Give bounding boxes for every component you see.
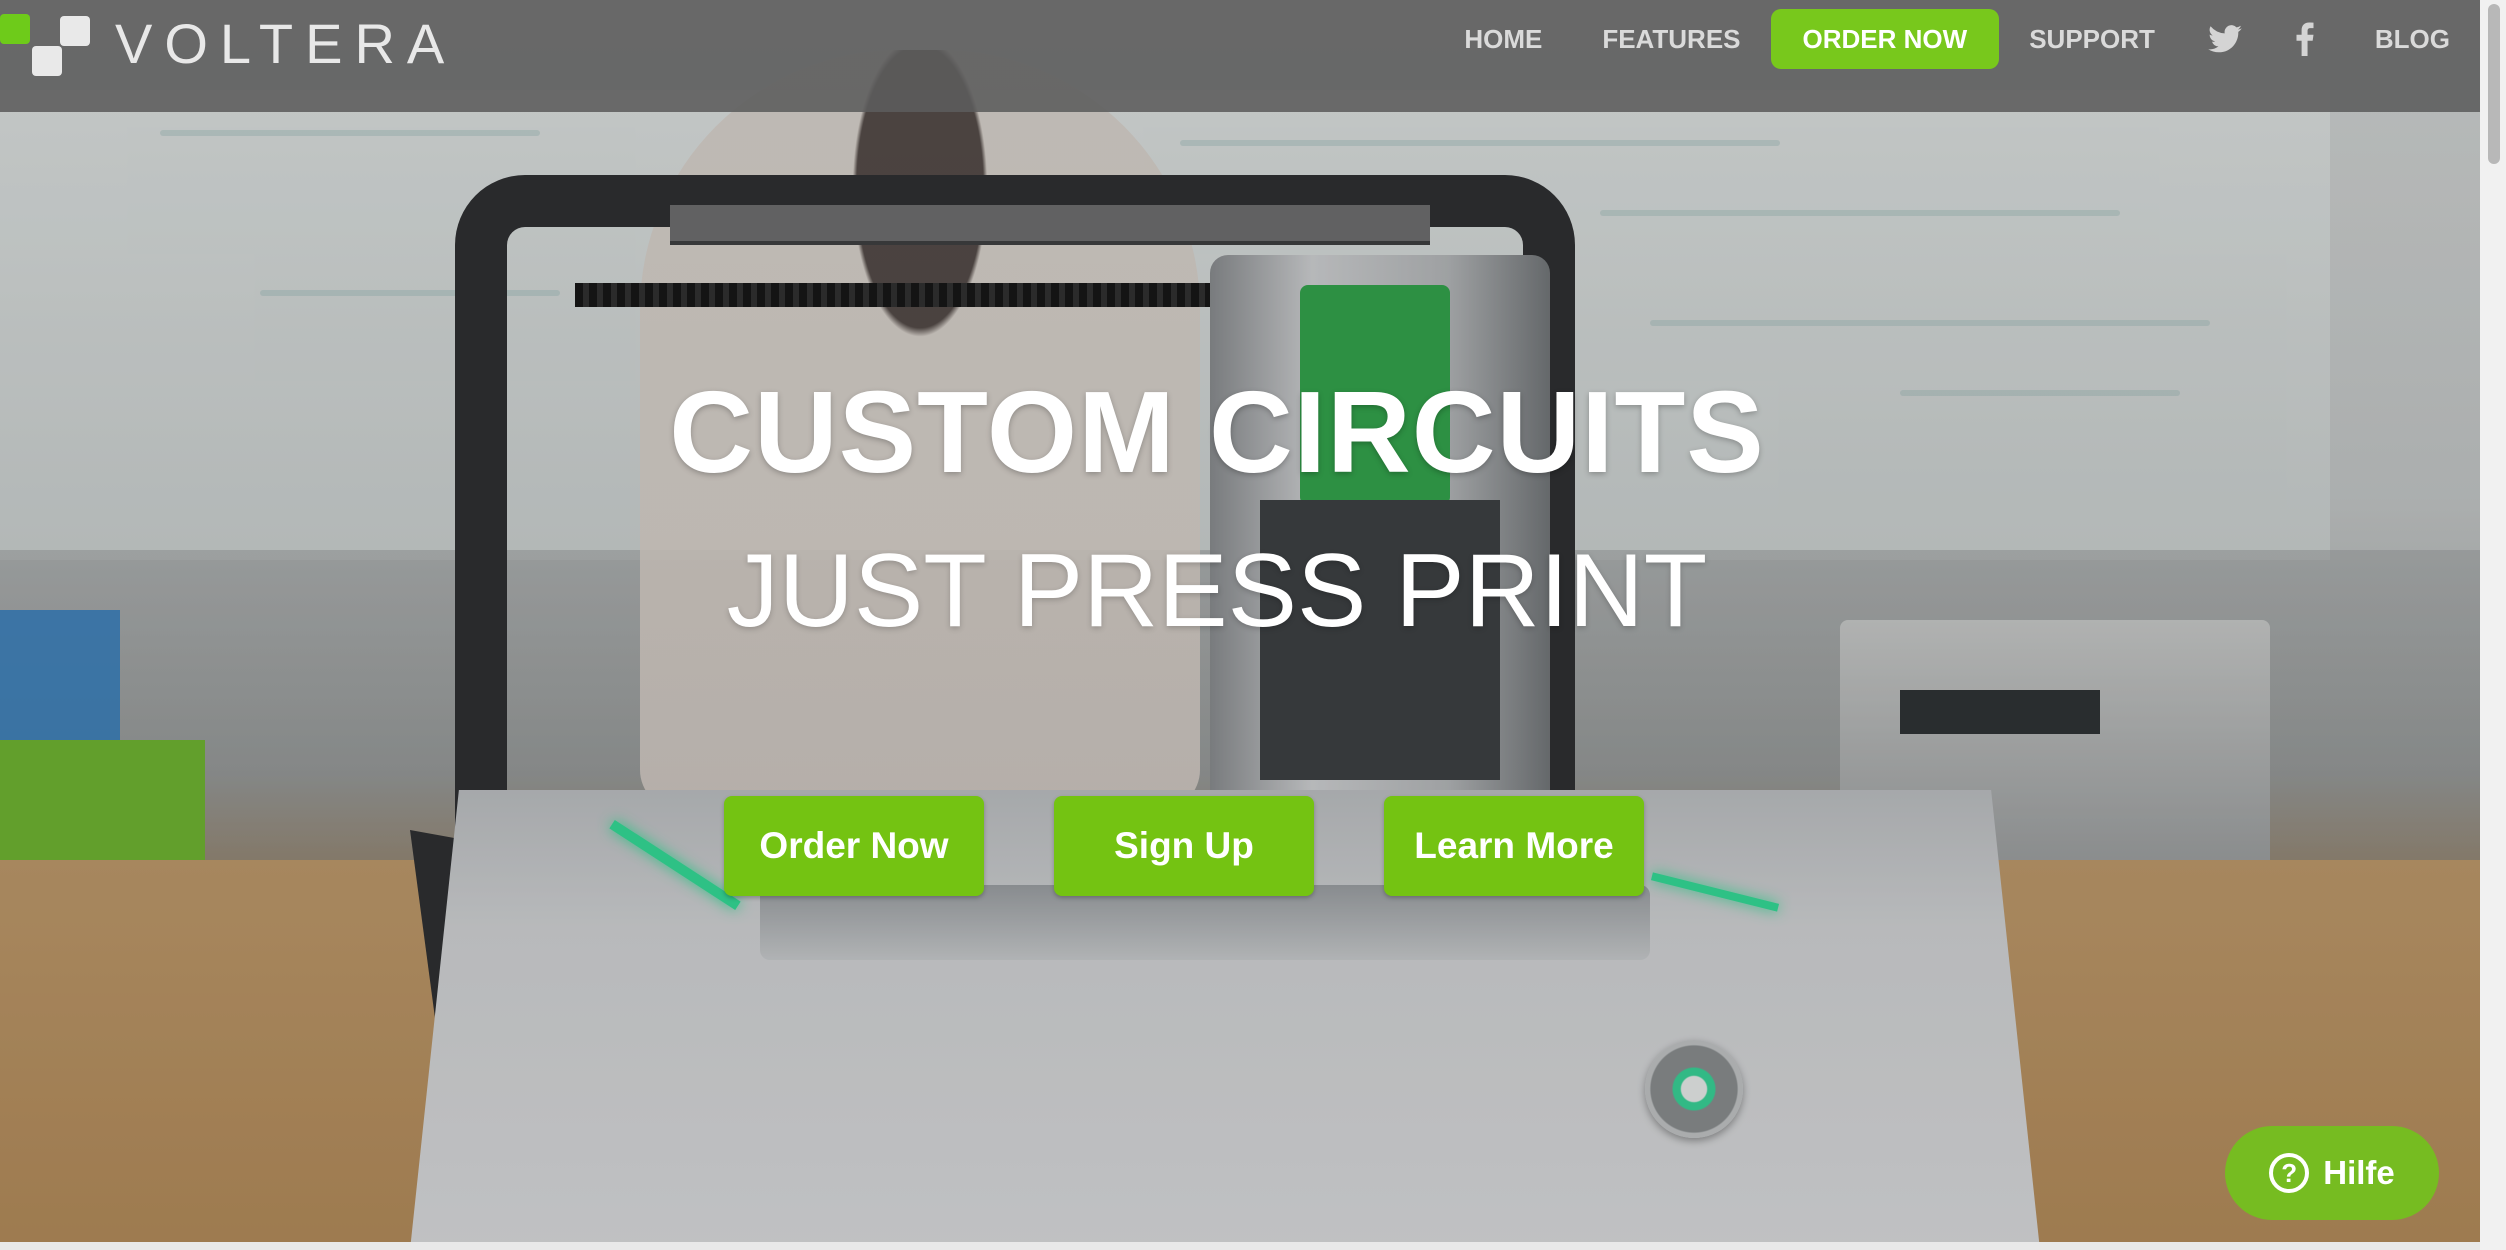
vertical-scrollbar[interactable]: [2480, 0, 2506, 1250]
sign-up-button[interactable]: Sign Up: [1054, 796, 1314, 896]
order-now-button[interactable]: Order Now: [724, 796, 984, 896]
learn-more-button[interactable]: Learn More: [1384, 796, 1644, 896]
nav-support[interactable]: SUPPORT: [1999, 0, 2185, 78]
nav-features[interactable]: FEATURES: [1572, 0, 1770, 78]
page: VOLTERA HOME FEATURES ORDER NOW SUPPORT …: [0, 0, 2480, 1242]
hero-headline: CUSTOM CIRCUITS: [669, 367, 1765, 497]
help-button[interactable]: ? Hilfe: [2225, 1126, 2439, 1220]
hero-subheadline: JUST PRESS PRINT: [726, 533, 1708, 649]
help-label: Hilfe: [2323, 1154, 2395, 1191]
question-icon: ?: [2269, 1153, 2310, 1193]
top-navbar: VOLTERA HOME FEATURES ORDER NOW SUPPORT …: [0, 0, 2480, 112]
twitter-icon[interactable]: [2199, 0, 2251, 78]
scrollbar-thumb[interactable]: [2488, 4, 2500, 164]
nav-home[interactable]: HOME: [1434, 0, 1572, 78]
hero-cta-group: Order Now Sign Up Learn More: [724, 796, 1644, 896]
brand-name[interactable]: VOLTERA: [115, 12, 456, 76]
nav-order-now-button[interactable]: ORDER NOW: [1770, 9, 2000, 69]
voltera-logo-icon[interactable]: [0, 14, 95, 78]
page-bottom-edge: [0, 1242, 2480, 1250]
main-nav: HOME FEATURES ORDER NOW SUPPORT BLOG: [1434, 0, 2480, 78]
nav-blog[interactable]: BLOG: [2345, 0, 2480, 78]
facebook-icon[interactable]: [2279, 0, 2331, 78]
